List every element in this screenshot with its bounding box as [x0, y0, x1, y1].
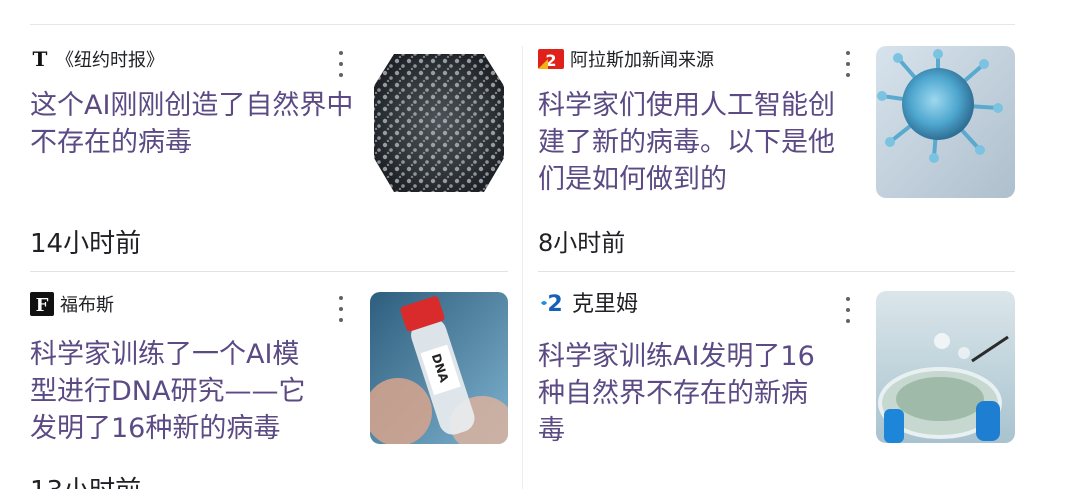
svg-text:2: 2 — [547, 292, 562, 315]
petri-dish-image[interactable] — [876, 291, 1015, 443]
virus-3d-image[interactable] — [876, 46, 1015, 198]
news-card-nyt[interactable]: T 《纽约时报》 这个AI刚刚创造了自然界中 不存在的病毒 14小时前 — [30, 45, 518, 270]
headline[interactable]: 科学家们使用人工智能创 建了新的病毒。以下是他 们是如何做到的 — [538, 87, 868, 198]
news-source: F 福布斯 — [30, 290, 114, 318]
news-source: 2 阿拉斯加新闻来源 — [538, 45, 714, 73]
top-divider — [30, 24, 1015, 25]
dna-tube-image[interactable]: DNA — [370, 292, 508, 444]
source-name: 《纽约时报》 — [56, 50, 164, 71]
headline-line: 科学家们使用人工智能创 — [538, 90, 835, 121]
source-name: 阿拉斯加新闻来源 — [570, 50, 714, 71]
more-options-icon[interactable] — [335, 51, 347, 77]
headline-line: 科学家训练了一个AI模 — [30, 339, 300, 370]
headline-line: 型进行DNA研究——它 — [30, 376, 306, 407]
more-options-icon[interactable] — [842, 51, 854, 77]
row-divider-right — [538, 271, 1015, 272]
news-feed: T 《纽约时报》 这个AI刚刚创造了自然界中 不存在的病毒 14小时前 2 阿拉… — [0, 0, 1075, 489]
source-name: 福布斯 — [60, 295, 114, 316]
headline[interactable]: 科学家训练了一个AI模 型进行DNA研究——它 发明了16种新的病毒 — [30, 336, 360, 447]
published-time: 13小时前 — [30, 470, 141, 489]
published-time: 8小时前 — [538, 229, 626, 257]
svg-text:F: F — [36, 295, 49, 316]
forbes-logo-icon: F — [30, 292, 54, 316]
headline-line: 种自然界不存在的新病 — [538, 378, 808, 409]
news-card-krem[interactable]: 2 克里姆 科学家训练AI发明了16 种自然界不存在的新病 毒 — [538, 288, 1026, 489]
source-name: 克里姆 — [572, 292, 639, 317]
headline[interactable]: 科学家训练AI发明了16 种自然界不存在的新病 毒 — [538, 338, 848, 449]
news-source: T 《纽约时报》 — [30, 45, 164, 73]
headline-line: 不存在的病毒 — [30, 127, 192, 158]
svg-text:T: T — [33, 48, 48, 70]
headline-line: 们是如何做到的 — [538, 164, 727, 195]
headline-line: 建了新的病毒。以下是他 — [538, 127, 835, 158]
news-source: 2 克里姆 — [538, 288, 639, 317]
published-time: 14小时前 — [30, 229, 142, 259]
column-divider — [522, 46, 523, 489]
virus-microscopy-image[interactable] — [370, 46, 508, 198]
headline-line: 发明了16种新的病毒 — [30, 413, 281, 444]
headline[interactable]: 这个AI刚刚创造了自然界中 不存在的病毒 — [30, 87, 360, 161]
news-card-forbes[interactable]: F 福布斯 科学家训练了一个AI模 型进行DNA研究——它 发明了16种新的病毒 — [30, 290, 518, 489]
nyt-logo-icon: T — [30, 48, 50, 70]
headline-line: 科学家训练AI发明了16 — [538, 341, 815, 372]
krem2-logo-icon: 2 — [538, 289, 566, 315]
row-divider-left — [30, 271, 508, 272]
news-logo-icon: 2 — [538, 47, 564, 71]
more-options-icon[interactable] — [335, 296, 347, 322]
headline-line: 毒 — [538, 415, 565, 446]
news-card-alaska[interactable]: 2 阿拉斯加新闻来源 科学家们使用人工智能创 建了新的病毒。以下是他 们是如何做… — [538, 45, 1026, 270]
more-options-icon[interactable] — [842, 297, 854, 323]
headline-line: 这个AI刚刚创造了自然界中 — [30, 90, 354, 121]
